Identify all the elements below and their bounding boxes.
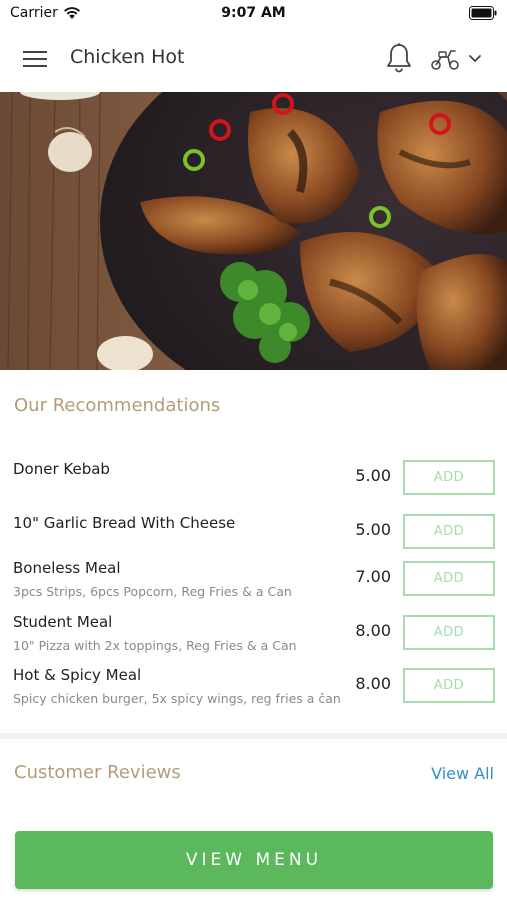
bell-icon	[387, 43, 411, 73]
reviews-title: Customer Reviews	[14, 762, 181, 783]
add-button[interactable]: ADD	[403, 460, 495, 495]
item-name: Student Meal	[13, 612, 113, 631]
item-name: Boneless Meal	[13, 559, 121, 577]
recommendations-title: Our Recommendations	[14, 395, 221, 416]
view-all-link[interactable]: View All	[431, 764, 494, 783]
scooter-icon	[431, 50, 459, 70]
add-button[interactable]: ADD	[403, 668, 495, 703]
chevron-down-icon	[469, 55, 481, 62]
item-price: 5.00	[355, 466, 391, 485]
item-price: 8.00	[355, 620, 391, 640]
item-name: Doner Kebab	[13, 460, 110, 478]
item-description: 3pcs Strips, 6pcs Popcorn, Reg Fries & a…	[13, 584, 292, 599]
item-description: 10" Pizza with 2x toppings, Reg Fries & …	[13, 637, 297, 653]
item-price: 5.00	[355, 519, 391, 539]
item-name: 10" Garlic Bread With Cheese	[13, 513, 236, 532]
list-item: Boneless Meal 3pcs Strips, 6pcs Popcorn,…	[0, 557, 507, 611]
status-time: 9:07 AM	[221, 5, 286, 21]
item-price: 7.00	[355, 567, 391, 586]
page-title: Chicken Hot	[70, 46, 185, 68]
item-name: Hot & Spicy Meal	[13, 666, 142, 684]
status-bar: Carrier 9:07 AM	[0, 0, 507, 28]
list-item: Student Meal 10" Pizza with 2x toppings,…	[0, 611, 507, 665]
delivery-mode-selector[interactable]	[430, 44, 492, 74]
view-menu-button[interactable]: VIEW MENU	[15, 831, 493, 889]
app-header: Chicken Hot	[0, 28, 507, 92]
battery-icon	[469, 6, 497, 20]
item-price: 8.00	[355, 674, 391, 693]
add-button[interactable]: ADD	[403, 513, 495, 549]
list-item: Doner Kebab 5.00 ADD	[0, 450, 507, 504]
add-button[interactable]: ADD	[403, 614, 495, 650]
menu-button[interactable]	[22, 46, 48, 72]
add-button[interactable]: ADD	[403, 561, 495, 596]
list-item: Hot & Spicy Meal Spicy chicken burger, 5…	[0, 664, 507, 718]
section-divider	[0, 733, 507, 739]
chicken-wings-photo	[0, 92, 507, 370]
notifications-button[interactable]	[385, 42, 413, 74]
menu-icon	[23, 51, 47, 67]
item-description: Spicy chicken burger, 5x spicy wings, re…	[13, 691, 341, 706]
list-item: 10" Garlic Bread With Cheese 5.00 ADD	[0, 504, 507, 558]
hero-image	[0, 92, 507, 370]
recommendations-list: Doner Kebab 5.00 ADD 10" Garlic Bread Wi…	[0, 450, 507, 718]
